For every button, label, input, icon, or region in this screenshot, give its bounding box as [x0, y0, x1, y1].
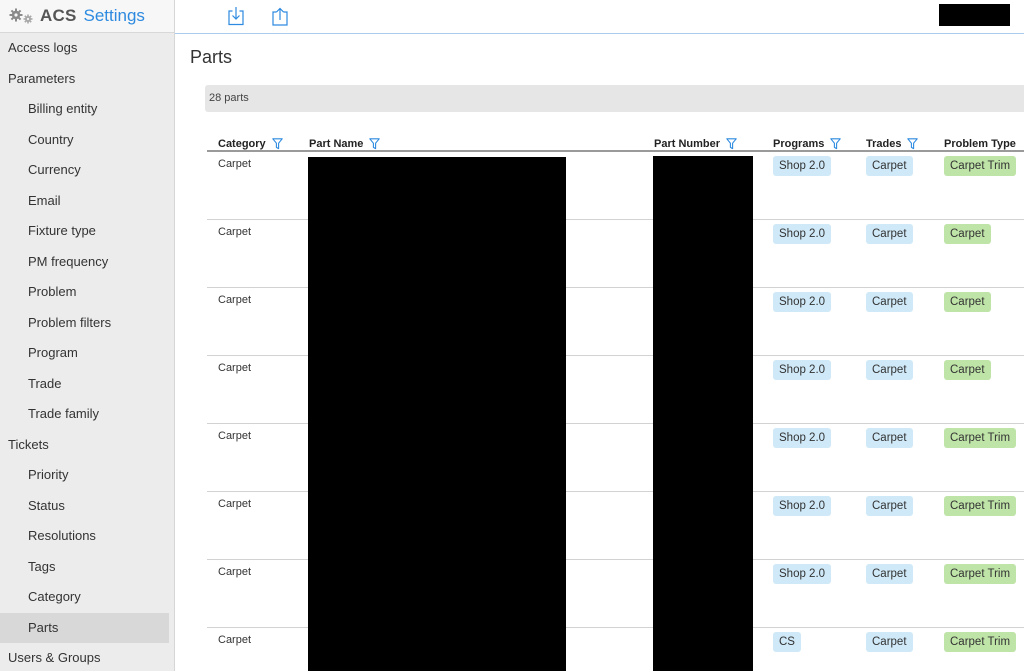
column-header-part-number[interactable]: Part Number	[654, 138, 737, 150]
program-tag: Shop 2.0	[773, 156, 832, 176]
trade-tag: Carpet	[866, 360, 913, 380]
download-icon[interactable]	[227, 6, 245, 26]
parts-count: 28 parts	[205, 85, 1024, 112]
sidebar-item-pm-frequency[interactable]: PM frequency	[0, 247, 174, 278]
column-header-category[interactable]: Category	[218, 138, 283, 150]
cell-category: Carpet	[218, 362, 252, 374]
column-header-label: Part Number	[654, 138, 721, 150]
trade-tag: Carpet	[866, 292, 913, 312]
problem-type-tag: Carpet	[944, 360, 991, 380]
sidebar: ACS Settings Access logs Parameters Billin…	[0, 0, 175, 671]
problem-type-tag: Carpet Trim	[944, 156, 1017, 176]
problem-type-tag: Carpet Trim	[944, 496, 1017, 516]
problem-type-tag: Carpet	[944, 224, 991, 244]
sidebar-item-currency[interactable]: Currency	[0, 155, 174, 186]
sidebar-item-resolutions[interactable]: Resolutions	[0, 521, 174, 552]
column-header-trades[interactable]: Trades	[866, 138, 919, 150]
page-title: Parts	[190, 47, 233, 67]
trade-tag: Carpet	[866, 224, 913, 244]
cell-category: Carpet	[218, 226, 252, 238]
column-header-problem-type[interactable]: Problem Type	[944, 138, 1016, 150]
sidebar-item-country[interactable]: Country	[0, 125, 174, 156]
part-name-column-redacted	[308, 157, 566, 671]
part-number-column-redacted	[653, 156, 753, 671]
sidebar-item-priority[interactable]: Priority	[0, 460, 174, 491]
trade-tag: Carpet	[866, 428, 913, 448]
program-tag: CS	[773, 632, 801, 652]
sidebar-item-category[interactable]: Category	[0, 582, 174, 613]
column-header-label: Category	[218, 138, 266, 150]
brand[interactable]: ACS Settings	[0, 0, 174, 33]
filter-icon[interactable]	[830, 138, 842, 150]
table-header: Category Part Name Part Number Programs Trad…	[207, 134, 1024, 152]
cell-category: Carpet	[218, 498, 252, 510]
sidebar-item-problem[interactable]: Problem	[0, 277, 174, 308]
brand-settings: Settings	[83, 6, 145, 25]
brand-acs: ACS	[40, 6, 77, 25]
sidebar-item-users-groups[interactable]: Users & Groups	[0, 643, 174, 671]
problem-type-tag: Carpet	[944, 292, 991, 312]
column-header-label: Part Name	[309, 138, 364, 150]
problem-type-tag: Carpet Trim	[944, 564, 1017, 584]
sidebar-item-problem-filters[interactable]: Problem filters	[0, 308, 174, 339]
sidebar-item-parameters[interactable]: Parameters	[0, 64, 174, 95]
problem-type-tag: Carpet Trim	[944, 428, 1017, 448]
filter-icon[interactable]	[726, 138, 737, 150]
cell-category: Carpet	[218, 430, 252, 442]
program-tag: Shop 2.0	[773, 564, 832, 584]
top-bar	[175, 0, 1024, 34]
trade-tag: Carpet	[866, 156, 913, 176]
filter-icon[interactable]	[271, 138, 283, 150]
sidebar-item-access-logs[interactable]: Access logs	[0, 33, 174, 64]
sidebar-item-trade[interactable]: Trade	[0, 369, 174, 400]
column-header-label: Problem Type	[944, 138, 1016, 150]
program-tag: Shop 2.0	[773, 292, 832, 312]
cell-category: Carpet	[218, 158, 252, 170]
filter-icon[interactable]	[907, 138, 919, 150]
trade-tag: Carpet	[866, 564, 913, 584]
problem-type-tag: Carpet Trim	[944, 632, 1017, 652]
column-header-label: Trades	[866, 138, 902, 150]
column-header-part-name[interactable]: Part Name	[309, 138, 381, 150]
filter-icon[interactable]	[369, 138, 381, 150]
sidebar-item-trade-family[interactable]: Trade family	[0, 399, 174, 430]
gears-icon	[8, 6, 38, 26]
program-tag: Shop 2.0	[773, 428, 832, 448]
column-header-programs[interactable]: Programs	[773, 138, 842, 150]
sidebar-item-tickets[interactable]: Tickets	[0, 430, 174, 461]
trade-tag: Carpet	[866, 496, 913, 516]
sidebar-item-fixture-type[interactable]: Fixture type	[0, 216, 174, 247]
upload-icon[interactable]	[271, 6, 289, 26]
cell-category: Carpet	[218, 634, 252, 646]
sidebar-item-billing-entity[interactable]: Billing entity	[0, 94, 174, 125]
sidebar-nav: Access logs Parameters Billing entity Count…	[0, 33, 174, 671]
sidebar-item-email[interactable]: Email	[0, 186, 174, 217]
program-tag: Shop 2.0	[773, 496, 832, 516]
user-menu-redacted[interactable]	[939, 4, 1010, 26]
trade-tag: Carpet	[866, 632, 913, 652]
sidebar-item-status[interactable]: Status	[0, 491, 174, 522]
program-tag: Shop 2.0	[773, 360, 832, 380]
sidebar-item-tags[interactable]: Tags	[0, 552, 174, 583]
cell-category: Carpet	[218, 566, 252, 578]
sidebar-item-parts[interactable]: Parts	[0, 612, 169, 643]
column-header-label: Programs	[773, 138, 825, 150]
program-tag: Shop 2.0	[773, 224, 832, 244]
sidebar-item-program[interactable]: Program	[0, 338, 174, 369]
cell-category: Carpet	[218, 294, 252, 306]
